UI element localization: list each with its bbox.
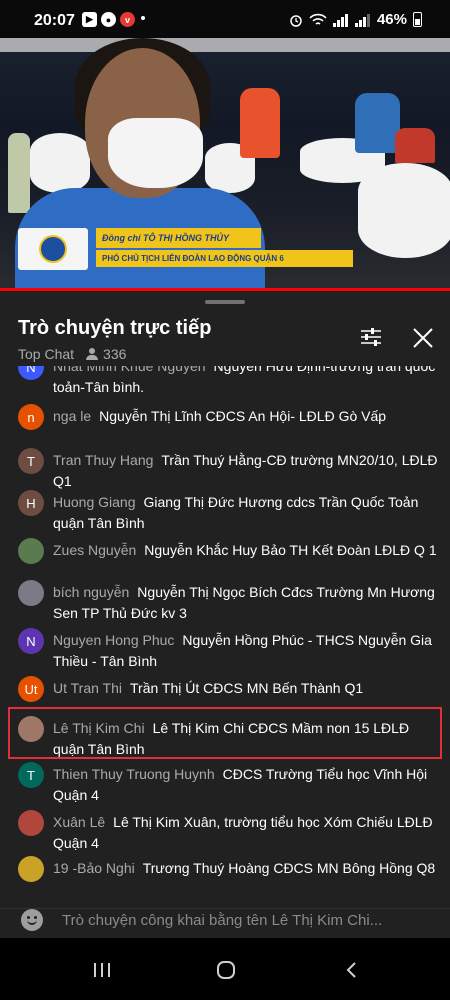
status-time: 20:07 (34, 12, 75, 29)
chat-message-body: Nguyen Hong Phuc Nguyễn Hồng Phúc - THCS … (53, 630, 438, 672)
scene-child (8, 133, 30, 213)
chat-message-body: Tran Thuy Hang Trần Thuý Hằng-CĐ trường M… (53, 450, 438, 492)
chat-author[interactable]: Huong Giang (53, 494, 136, 510)
vivo-icon: v (120, 12, 135, 27)
chat-message-body: 19 -Bảo Nghi Trương Thuý Hoàng CĐCS MN Bô… (53, 858, 438, 879)
highlighted-message-outline (8, 707, 442, 759)
close-icon (413, 328, 433, 348)
battery-percent: 46% (376, 11, 407, 28)
chat-author[interactable]: Tran Thuy Hang (53, 452, 153, 468)
avatar[interactable] (18, 538, 44, 564)
chat-message-text: Nguyễn Thị Lĩnh CĐCS An Hội- LĐLĐ Gò Vấp (99, 408, 387, 424)
avatar[interactable] (18, 580, 44, 606)
chat-message-text: Lê Thị Kim Xuân, trường tiểu học Xóm Chi… (53, 814, 433, 851)
avatar[interactable] (18, 856, 44, 882)
youtube-icon: ▶ (82, 12, 97, 27)
chat-message-body: Huong Giang Giang Thị Đức Hương cdcs Trần… (53, 492, 438, 534)
filter-settings-button[interactable] (358, 324, 384, 350)
lower-third-name: Đồng chí TÔ THỊ HỒNG THỦY (96, 228, 261, 248)
avatar[interactable]: T (18, 762, 44, 788)
avatar[interactable]: T (18, 448, 44, 474)
system-nav-bar (0, 938, 450, 1000)
chat-mode-selector[interactable]: Top Chat 336 (18, 346, 126, 362)
chat-message-body: Zues Nguyễn Nguyễn Khắc Huy Bảo TH Kết Đo… (53, 540, 438, 561)
chat-message-text: Nguyễn Khắc Huy Bảo TH Kết Đoàn LĐLĐ Q 1 (144, 542, 437, 558)
avatar[interactable] (18, 810, 44, 836)
person-icon (86, 348, 99, 360)
emoji-icon[interactable] (21, 909, 43, 931)
chat-message-body: bích nguyễn Nguyễn Thị Ngọc Bích Cđcs Trư… (53, 582, 438, 624)
scene-table (358, 163, 450, 258)
drag-handle[interactable] (205, 300, 245, 304)
alarm-icon (290, 14, 302, 27)
chat-input-bar: Trò chuyện công khai bằng tên Lê Thị Kim… (0, 908, 450, 939)
chat-message-body: Thien Thuy Truong Huynh CĐCS Trường Tiểu … (53, 764, 438, 806)
chat-message-body: Xuân Lê Lê Thị Kim Xuân, trường tiểu học … (53, 812, 438, 854)
chat-message-list[interactable]: N Nhất Minh Khuê Nguyễn Nguyễn Hữu Định-tr… (0, 366, 450, 908)
status-right: 46% (289, 11, 422, 28)
lower-third: Đồng chí TÔ THỊ HỒNG THỦY PHÓ CHỦ TỊCH L… (18, 228, 353, 270)
chat-author[interactable]: nga le (53, 408, 91, 424)
chat-message-body: Nhất Minh Khuê Nguyễn Nguyễn Hữu Định-trư… (53, 366, 438, 398)
signal-icon (332, 13, 348, 27)
chat-message-body: nga le Nguyễn Thị Lĩnh CĐCS An Hội- LĐLĐ … (53, 406, 438, 427)
messenger-icon: ● (101, 12, 116, 27)
video-player[interactable]: Đồng chí TÔ THỊ HỒNG THỦY PHÓ CHỦ TỊCH L… (0, 38, 450, 288)
avatar[interactable]: N (18, 628, 44, 654)
union-logo (18, 228, 88, 270)
notification-dot-icon (141, 16, 145, 20)
battery-icon (413, 12, 422, 27)
close-button[interactable] (410, 325, 436, 351)
lower-third-role: PHÓ CHỦ TỊCH LIÊN ĐOÀN LAO ĐỘNG QUẬN 6 (96, 250, 353, 267)
chat-title: Trò chuyện trực tiếp (18, 317, 212, 339)
wifi-icon (309, 13, 327, 25)
face-mask (108, 118, 203, 188)
chat-mode-label[interactable]: Top Chat (18, 346, 74, 362)
signal-2-icon (354, 13, 370, 27)
chat-author[interactable]: Zues Nguyễn (53, 542, 136, 558)
chat-author[interactable]: Ut Tran Thi (53, 680, 122, 696)
chat-author[interactable]: bích nguyễn (53, 584, 129, 600)
chat-author[interactable]: Thien Thuy Truong Huynh (53, 766, 215, 782)
chat-input[interactable]: Trò chuyện công khai bằng tên Lê Thị Kim… (62, 912, 382, 929)
avatar[interactable]: n (18, 404, 44, 430)
chat-message-text: Trần Thị Út CĐCS MN Bến Thành Q1 (130, 680, 364, 696)
chat-message-text: Trương Thuý Hoàng CĐCS MN Bông Hồng Q8 (142, 860, 436, 876)
recent-apps-icon[interactable] (90, 960, 114, 980)
chat-message-body: Ut Tran Thi Trần Thị Út CĐCS MN Bến Thành… (53, 678, 438, 699)
avatar[interactable]: N (18, 366, 44, 380)
viewer-count-value: 336 (103, 346, 127, 362)
scene-person (395, 128, 435, 163)
chat-author[interactable]: Nguyen Hong Phuc (53, 632, 174, 648)
scene-person (240, 88, 280, 158)
scene-table (30, 133, 90, 193)
sliders-icon (361, 328, 381, 346)
chat-author[interactable]: 19 -Bảo Nghi (53, 860, 135, 876)
back-icon[interactable] (340, 960, 364, 980)
avatar[interactable]: Ut (18, 676, 44, 702)
scene-person (355, 93, 400, 153)
live-chat-panel: Trò chuyện trực tiếp Top Chat 336 N Nhất … (0, 291, 450, 908)
chat-author[interactable]: Nhất Minh Khuê Nguyễn (53, 366, 206, 374)
video-banner (0, 38, 450, 52)
chat-author[interactable]: Xuân Lê (53, 814, 105, 830)
home-icon[interactable] (214, 960, 238, 980)
status-bar: 20:07 ▶ ● v 46% (0, 0, 450, 38)
avatar[interactable]: H (18, 490, 44, 516)
viewer-count: 336 (86, 346, 126, 362)
status-app-icons: ▶ ● v (82, 12, 135, 27)
